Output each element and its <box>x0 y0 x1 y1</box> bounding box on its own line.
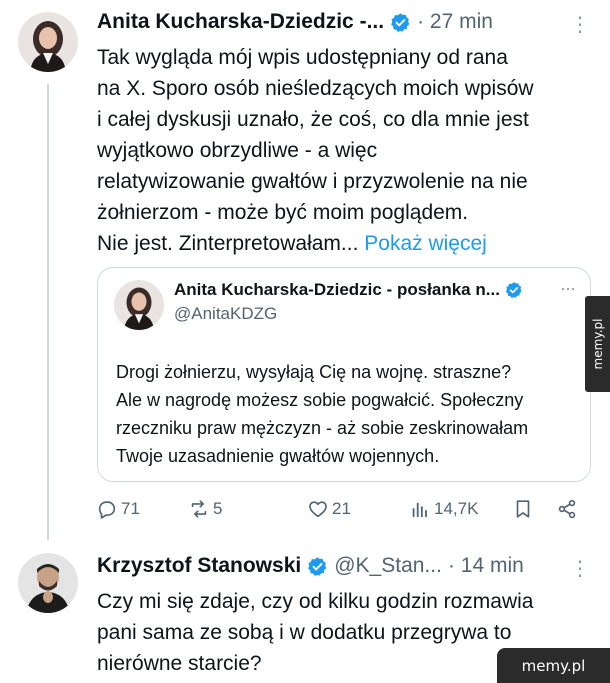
quoted-text-line: Drogi żołnierzu, wysyłają Cię na wojnę. … <box>116 362 512 382</box>
avatar-anita-image <box>18 12 78 72</box>
tweet1-text-line: Nie jest. Zinterpretowałam... <box>97 232 359 255</box>
memy-watermark-side: memy.pl <box>585 296 610 392</box>
views-count: 14,7K <box>434 499 479 518</box>
bookmark-button[interactable] <box>512 498 537 520</box>
reply-icon <box>98 501 116 519</box>
verified-badge-icon <box>505 282 522 299</box>
tweet1-text-line: wyjątkowo obrzydliwe - a więc <box>97 139 378 162</box>
tweet1-action-bar: 71 5 21 14,7K <box>96 498 586 528</box>
tweet1-author-name[interactable]: Anita Kucharska-Dziedzic -... <box>97 10 384 34</box>
tweet1-more-menu-icon[interactable]: ⋮ <box>570 12 590 37</box>
share-icon <box>558 499 576 519</box>
views-chart-icon <box>412 502 427 518</box>
tweet2-text-line: nierówne starcie? <box>97 652 262 675</box>
tweet1-text-line: Tak wygląda mój wpis udostępniany od ran… <box>97 46 508 69</box>
tweet2-text: Czy mi się zdaje, czy od kilku godzin ro… <box>97 586 534 679</box>
tweet2-text-line: pani sama ze sobą i w dodatku przegrywa … <box>97 621 512 644</box>
tweet2-author-name[interactable]: Krzysztof Stanowski <box>97 554 301 578</box>
avatar-krzysztof-image <box>18 553 78 613</box>
repost-icon <box>191 500 207 518</box>
repost-count: 5 <box>213 499 223 518</box>
heart-icon <box>309 501 327 518</box>
tweet1-timestamp[interactable]: · 27 min <box>417 10 493 34</box>
tweet1-text-line: relatywizowanie gwałtów i przyzwolenie n… <box>97 170 528 193</box>
tweet1-text-last-line: Nie jest. Zinterpretowałam... Pokaż więc… <box>97 228 534 259</box>
quoted-avatar-anita[interactable] <box>114 280 164 330</box>
reply-button[interactable]: 71 <box>96 498 140 520</box>
tweet1-text-line: na X. Sporo osób nieśledzących moich wpi… <box>97 77 534 100</box>
verified-badge-icon <box>308 556 327 576</box>
like-button[interactable]: 21 <box>307 498 351 520</box>
tweet2-header: Krzysztof Stanowski @K_Stan... · 14 min <box>97 554 524 578</box>
quoted-tweet-text: Drogi żołnierzu, wysyłają Cię na wojnę. … <box>116 358 528 470</box>
quoted-text-line: rzeczniku praw mężczyzn - aż sobie zeskr… <box>116 418 529 438</box>
show-more-link[interactable]: Pokaż więcej <box>364 232 487 255</box>
quoted-tweet-header: Anita Kucharska-Dziedzic - posłanka n... <box>174 280 523 300</box>
thread-connector-line <box>47 84 49 540</box>
quoted-author-handle[interactable]: @AnitaKDZG <box>174 304 277 324</box>
memy-watermark-corner: memy.pl <box>497 648 610 683</box>
tweet1-text-line: żołnierzom - może być moim poglądem. <box>97 201 469 224</box>
tweet1-text-line: i całej dyskusji uznało, że coś, co dla … <box>97 108 529 131</box>
share-button[interactable] <box>556 498 581 520</box>
repost-button[interactable]: 5 <box>188 498 222 520</box>
avatar-anita[interactable] <box>18 12 78 72</box>
avatar-krzysztof[interactable] <box>18 553 78 613</box>
quoted-text-line: Twoje uzasadnienie gwałtów wojennych. <box>116 446 440 466</box>
tweet1-text: Tak wygląda mój wpis udostępniany od ran… <box>97 42 534 259</box>
views-button[interactable]: 14,7K <box>409 498 478 520</box>
quoted-avatar-image <box>114 280 164 330</box>
quoted-text-line: Ale w nagrodę możesz sobie pogwałcić. Sp… <box>116 390 524 410</box>
tweet2-timestamp[interactable]: · 14 min <box>448 554 524 578</box>
tweet2-text-line: Czy mi się zdaje, czy od kilku godzin ro… <box>97 590 534 613</box>
like-count: 21 <box>332 499 351 518</box>
quoted-tweet-card[interactable]: Anita Kucharska-Dziedzic - posłanka n...… <box>97 267 591 482</box>
tweet1-header: Anita Kucharska-Dziedzic -... · 27 min <box>97 10 493 34</box>
memy-watermark-side-text: memy.pl <box>590 318 605 370</box>
reply-count: 71 <box>121 499 140 518</box>
quoted-author-name[interactable]: Anita Kucharska-Dziedzic - posłanka n... <box>174 280 500 300</box>
bookmark-icon <box>516 500 530 518</box>
quoted-more-menu-icon[interactable]: ··· <box>560 278 576 299</box>
verified-badge-icon <box>391 12 410 32</box>
tweet2-handle[interactable]: @K_Stan... <box>334 554 442 578</box>
tweet2-more-menu-icon[interactable]: ⋮ <box>570 556 590 581</box>
